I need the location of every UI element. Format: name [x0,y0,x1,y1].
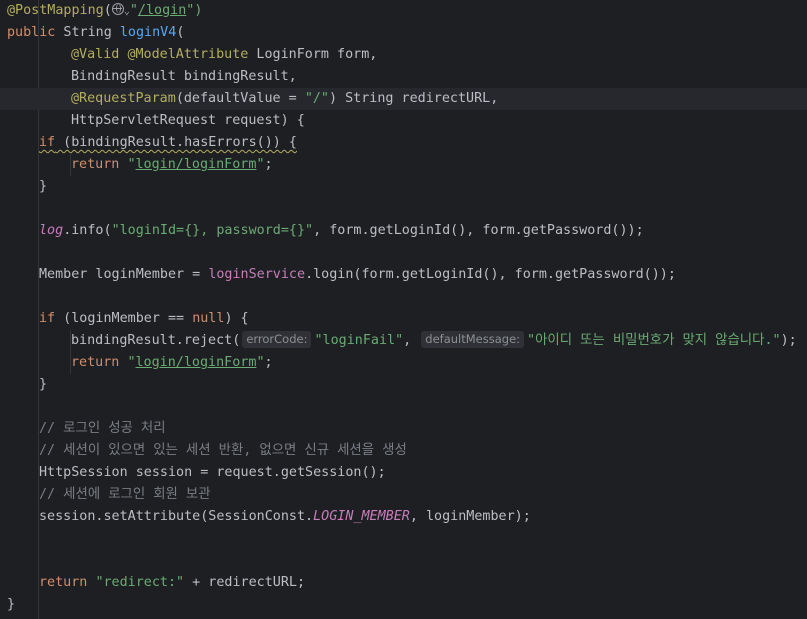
string-quote: " [129,3,138,18]
globe-icon[interactable] [111,3,124,15]
return-type: String [55,25,120,40]
parameter-hint-errorcode: errorCode: [242,331,312,348]
brace: } [39,179,48,194]
close-paren: ); [780,333,797,348]
code-line-22[interactable]: HttpSession session = request.getSession… [39,462,807,484]
code-line-6[interactable]: HttpServletRequest request) { [71,110,807,132]
string-literal: "loginId={}, password={}" [111,223,314,238]
code-line-23[interactable]: // 세션에 로그인 회원 보관 [39,484,807,506]
code-line-21[interactable]: // 세션이 있으면 있는 세션 반환, 없으면 신규 세션을 생성 [39,440,807,462]
code-line-11[interactable]: log.info("loginId={}, password={}", form… [39,220,807,242]
template-link[interactable]: login/loginForm [136,355,257,370]
log-field: log [39,223,64,238]
code-line-13[interactable]: Member loginMember = loginService.login(… [39,264,807,286]
code-line-4[interactable]: BindingResult bindingResult, [71,66,807,88]
param: HttpServletRequest request) { [71,113,305,128]
field-loginservice: loginService [208,267,306,282]
semicolon: ; [264,355,273,370]
args: , loginMember); [409,509,531,524]
code-line-15[interactable]: if (loginMember == null) { [39,308,807,330]
annotation-modelattribute: @ModelAttribute [127,47,249,62]
code-line-7[interactable]: if (bindingResult.hasErrors()) { [39,132,807,154]
annotation-postmapping: @PostMapping [7,3,104,18]
comment: // 세션이 있으면 있는 세션 반환, 없으면 신규 세션을 생성 [39,443,407,458]
declaration: Member loginMember = [39,267,209,282]
keyword-null: null [192,311,225,326]
keyword-return: return [71,355,120,370]
parameter-hint-defaultmessage: defaultMessage: [421,331,525,348]
code-line-2[interactable]: public String loginV4( [7,22,807,44]
code-editor[interactable]: @PostMapping(⌄"/login") public String lo… [0,0,807,619]
code-line-9[interactable]: } [39,176,807,198]
string-quote: " [256,355,265,370]
string-quote: " [127,157,136,172]
code-line-27[interactable]: return "redirect:" + redirectURL; [39,572,807,594]
semicolon: ; [264,157,273,172]
string-quote: " [256,157,265,172]
string-end: ") [186,3,203,18]
method-call: .login(form.getLoginId(), form.getPasswo… [305,267,676,282]
condition: (loginMember == [55,311,193,326]
expression: + redirectURL; [184,575,306,590]
code-line-18[interactable]: } [39,374,807,396]
brace: } [7,597,16,612]
keyword-if: if [39,311,56,326]
keyword-if: if [39,135,56,150]
args: , form.getLoginId(), form.getPassword())… [313,223,644,238]
code-line-28[interactable]: } [7,594,807,616]
paren: ( [176,25,185,40]
method-name: loginV4 [119,25,177,40]
string-literal: "/" [304,91,329,106]
annotation-requestparam: @RequestParam [71,91,176,106]
code-line-16[interactable]: bindingResult.reject(errorCode: "loginFai… [71,330,807,352]
code-line-3[interactable]: @Valid @ModelAttribute LoginForm form, [71,44,807,66]
code-line-20[interactable]: // 로그인 성공 처리 [39,418,807,440]
code-line-5[interactable]: @RequestParam(defaultValue = "/") String… [0,88,807,110]
comment: // 세션에 로그인 회원 보관 [39,487,211,502]
code-line-1[interactable]: @PostMapping(⌄"/login") [7,0,807,22]
statement: session.setAttribute(SessionConst. [39,509,314,524]
keyword-public: public [7,25,56,40]
keyword-return: return [71,157,120,172]
string-literal: "loginFail" [314,333,404,348]
param-text: (defaultValue = [175,91,305,106]
statement: HttpSession session = request.getSession… [39,465,386,480]
code-line-17[interactable]: return "login/loginForm"; [71,352,807,374]
annotation-valid: @Valid [71,47,120,62]
brace: } [39,377,48,392]
keyword-return: return [39,575,88,590]
code-line-24[interactable]: session.setAttribute(SessionConst.LOGIN_… [39,506,807,528]
url-link[interactable]: /login [138,3,186,18]
condition: (bindingResult.hasErrors()) { [55,135,297,150]
method-call: .info( [63,223,112,238]
constant-login-member: LOGIN_MEMBER [313,509,410,524]
string-literal: "redirect:" [95,575,185,590]
paren: ( [103,3,112,18]
string-quote: " [127,355,136,370]
comment: // 로그인 성공 처리 [39,421,166,436]
param-text: ) String redirectURL, [329,91,499,106]
method-call: bindingResult.reject( [71,333,241,348]
param: BindingResult bindingResult, [71,69,297,84]
code-line-8[interactable]: return "login/loginForm"; [71,154,807,176]
string-literal: "아이디 또는 비밀번호가 맞지 않습니다." [527,333,781,348]
param: LoginForm form, [248,47,378,62]
template-link[interactable]: login/loginForm [136,157,257,172]
comma: , [403,333,420,348]
brace: ) { [224,311,249,326]
